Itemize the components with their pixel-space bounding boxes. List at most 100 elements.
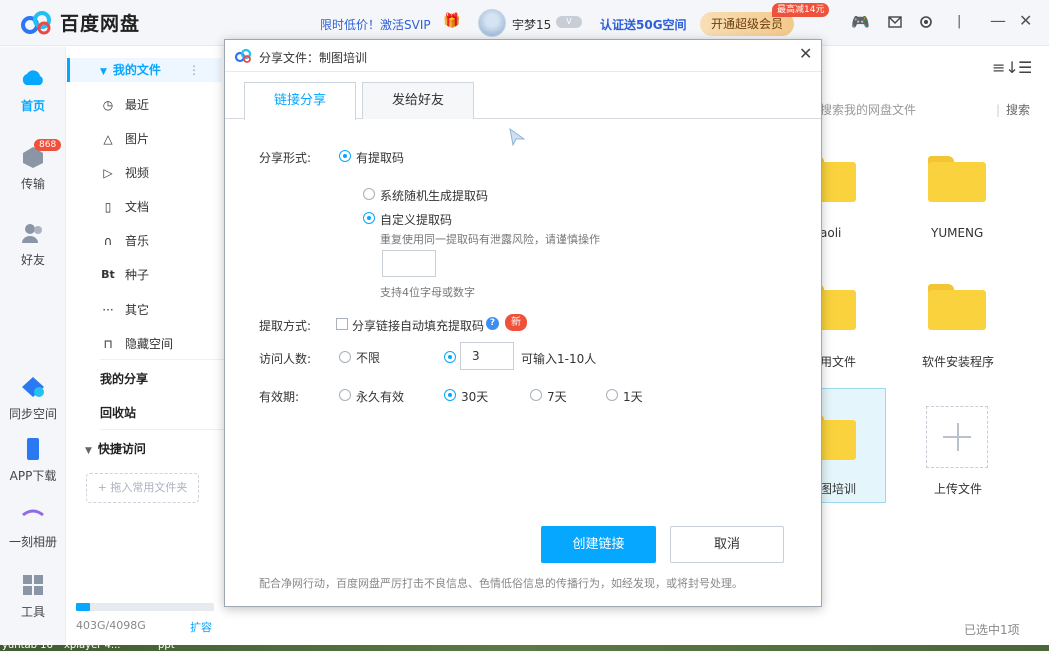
verify-link[interactable]: 认证送50G空间 (600, 16, 687, 33)
storage-progress-fill (76, 603, 90, 611)
image-icon: △ (103, 132, 113, 146)
tab-send-to-friend[interactable]: 发给好友 (362, 82, 474, 119)
sidebar-item-music[interactable]: ∩ 音乐 (67, 229, 222, 253)
tab-link-share[interactable]: 链接分享 (244, 82, 356, 120)
rail-item-home[interactable]: 首页 (0, 67, 66, 114)
sidebar-item-my-files[interactable]: ▼ 我的文件 ⋮ (67, 58, 222, 82)
visitors-label: 访问人数: (259, 352, 312, 366)
svip-promo-link[interactable]: 限时低价！激活SVIP (320, 16, 431, 33)
app-name: 百度网盘 (60, 13, 141, 35)
os-taskbar: yuntab 16 xplayer 4... ppt (0, 640, 1049, 651)
file-name[interactable]: 图培训 (820, 480, 856, 497)
sidebar-item-recent[interactable]: ◷ 最近 (67, 93, 222, 117)
username[interactable]: 宇梦15 (512, 16, 551, 33)
rail-label: 传输 (20, 177, 45, 191)
sidebar-item-quick-access[interactable]: ▼ 快捷访问 (67, 437, 222, 461)
sidebar-item-label: 视频 (125, 166, 150, 180)
rail-label: 好友 (20, 253, 45, 267)
taskbar-item[interactable]: xplayer 4... (64, 640, 120, 651)
search-button-label: 搜索 (1006, 103, 1031, 117)
sidebar-item-video[interactable]: ▷ 视频 (67, 161, 222, 185)
upload-plus-icon[interactable] (926, 406, 988, 468)
custom-code-label[interactable]: 自定义提取码 (380, 211, 452, 228)
rail-label: APP下载 (9, 469, 57, 483)
separator-icon: | (957, 14, 962, 29)
validity-30d-label[interactable]: 30天 (461, 388, 488, 405)
file-name[interactable]: aoli (820, 226, 841, 240)
share-with-code-label[interactable]: 有提取码 (356, 149, 404, 166)
gift-icon[interactable]: 🎁 (443, 13, 460, 29)
create-link-button[interactable]: 创建链接 (541, 526, 656, 563)
torrent-icon: Bt (101, 268, 115, 281)
validity-1d-radio[interactable] (606, 389, 618, 401)
custom-code-input[interactable] (382, 250, 436, 277)
paper-plane-icon (509, 128, 525, 146)
rail-item-transfer[interactable]: 868 传输 (0, 139, 66, 192)
cancel-button[interactable]: 取消 (670, 526, 784, 563)
headphones-icon: ∩ (103, 234, 113, 248)
sidebar-item-label: 其它 (125, 303, 150, 317)
avatar[interactable] (478, 9, 506, 37)
help-question-icon[interactable]: ? (486, 317, 499, 330)
sidebar-item-my-share[interactable]: 我的分享 (67, 367, 222, 391)
autofill-code-label[interactable]: 分享链接自动填充提取码 (352, 317, 484, 334)
file-name[interactable]: 用文件 (820, 353, 856, 370)
visitors-unlimited-label[interactable]: 不限 (356, 349, 380, 366)
rail-item-app-download[interactable]: APP下载 (0, 437, 66, 484)
sidebar-item-label: 图片 (125, 132, 150, 146)
tools-icon (23, 575, 43, 595)
game-icon[interactable]: 🎮 (851, 13, 870, 31)
validity-7d-radio[interactable] (530, 389, 542, 401)
taskbar-item[interactable]: ppt (158, 640, 175, 651)
sidebar-item-hidden-space[interactable]: ⊓ 隐藏空间 (67, 332, 222, 356)
file-name[interactable]: YUMENG (931, 226, 983, 240)
folder-icon[interactable] (928, 284, 986, 330)
validity-permanent-radio[interactable] (339, 389, 351, 401)
taskbar-item[interactable]: yuntab 16 (2, 640, 53, 651)
rail-label: 同步空间 (8, 407, 57, 421)
rail-item-tools[interactable]: 工具 (0, 573, 66, 620)
folder-icon[interactable] (928, 156, 986, 202)
search-input[interactable]: 搜索我的网盘文件 (820, 101, 916, 118)
rail-item-friends[interactable]: 好友 (0, 221, 66, 268)
visitors-unlimited-radio[interactable] (339, 351, 351, 363)
autofill-code-checkbox[interactable] (336, 318, 348, 330)
window-close-icon[interactable]: ✕ (1019, 11, 1032, 30)
upload-file-label[interactable]: 上传文件 (934, 480, 982, 497)
file-name[interactable]: 软件安装程序 (922, 353, 994, 370)
share-with-code-radio[interactable] (339, 150, 351, 162)
custom-code-radio[interactable] (363, 212, 375, 224)
policy-notice: 配合净网行动，百度网盘严厉打击不良信息、色情低俗信息的传播行为，如经发现，或将封… (259, 577, 743, 590)
sidebar-item-recycle[interactable]: 回收站 (67, 401, 222, 425)
sidebar-item-documents[interactable]: ▯ 文档 (67, 195, 222, 219)
settings-gear-icon[interactable] (919, 15, 933, 29)
rail-item-album[interactable]: 一刻相册 (0, 503, 66, 550)
expand-storage-link[interactable]: 扩容 (190, 619, 212, 635)
validity-30d-radio[interactable] (444, 389, 456, 401)
baidu-netdisk-window: 百度网盘 限时低价！激活SVIP 🎁 宇梦15 V 认证送50G空间 开通超级会… (0, 0, 1049, 645)
sidebar-item-other[interactable]: ··· 其它 (67, 298, 222, 322)
sidebar-item-torrent[interactable]: Bt 种子 (67, 263, 222, 287)
validity-permanent-label[interactable]: 永久有效 (356, 388, 404, 405)
drop-folder-hint[interactable]: + 拖入常用文件夹 (86, 473, 199, 503)
sort-icon[interactable]: ≡↓ (992, 58, 1019, 77)
storage-usage-text: 403G/4098G (76, 619, 146, 632)
random-code-radio[interactable] (363, 188, 375, 200)
minimize-icon[interactable]: — (990, 11, 1006, 30)
code-risk-warning: 重复使用同一提取码有泄露风险，请谨慎操作 (380, 233, 600, 246)
visitors-limited-radio[interactable] (444, 351, 456, 363)
document-icon: ▯ (104, 200, 112, 214)
validity-1d-label[interactable]: 1天 (623, 388, 643, 405)
dialog-close-icon[interactable]: ✕ (799, 44, 812, 63)
list-view-icon[interactable]: ☰ (1018, 58, 1032, 77)
search-button[interactable]: | 搜索 (996, 101, 1030, 118)
validity-7d-label[interactable]: 7天 (547, 388, 567, 405)
cloud-icon (22, 70, 43, 85)
mail-icon[interactable] (888, 16, 902, 28)
rail-item-sync[interactable]: 同步空间 (0, 375, 66, 422)
sidebar-item-images[interactable]: △ 图片 (67, 127, 222, 151)
visitors-count-input[interactable]: 3 (460, 342, 514, 370)
discount-badge: 最高减14元 (772, 3, 830, 17)
more-options-icon[interactable]: ⋮ (188, 58, 200, 82)
random-code-label[interactable]: 系统随机生成提取码 (380, 187, 488, 204)
